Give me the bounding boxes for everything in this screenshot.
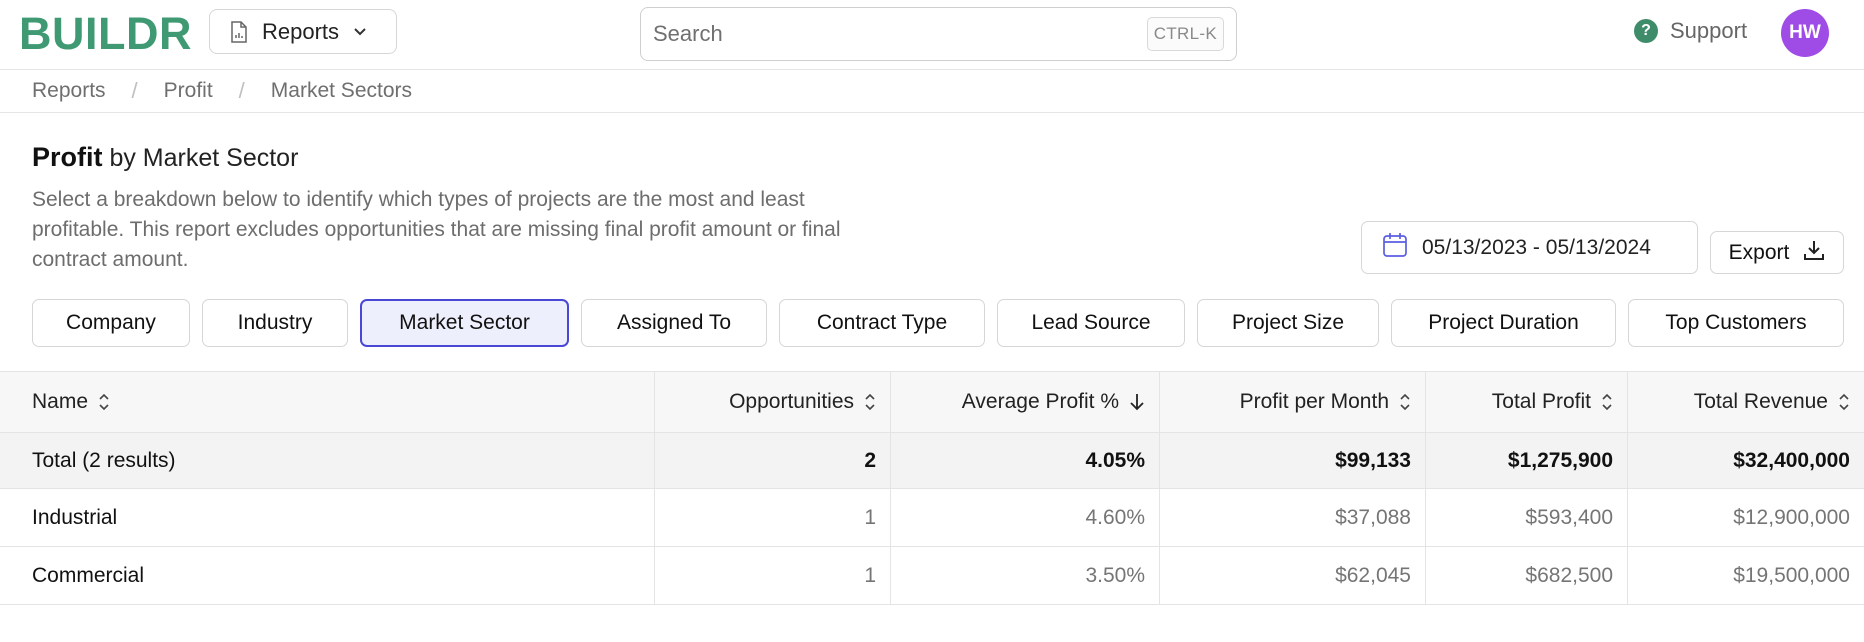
table-header-row: Name Opportunities Average Profit % Prof… <box>0 371 1864 433</box>
table-cell: 4.60% <box>891 489 1160 546</box>
breadcrumb-item-profit[interactable]: Profit <box>164 79 213 103</box>
table-cell: $682,500 <box>1426 547 1628 604</box>
table-cell: $37,088 <box>1160 489 1426 546</box>
tab-lead-source[interactable]: Lead Source <box>997 299 1185 347</box>
help-circle-icon: ? <box>1634 19 1658 43</box>
search-input[interactable]: Search CTRL-K <box>640 7 1237 61</box>
top-navigation-bar: BUILDR Reports Search CTRL-K ? Support H… <box>0 0 1864 70</box>
table-cell: $62,045 <box>1160 547 1426 604</box>
download-icon <box>1803 239 1825 267</box>
table-row[interactable]: Industrial 1 4.60% $37,088 $593,400 $12,… <box>0 489 1864 547</box>
table-cell: 3.50% <box>891 547 1160 604</box>
export-label: Export <box>1728 240 1790 264</box>
breadcrumb-item-reports[interactable]: Reports <box>32 79 106 103</box>
support-label: Support <box>1670 18 1748 43</box>
page-description: Select a breakdown below to identify whi… <box>32 188 841 271</box>
column-header-total-profit[interactable]: Total Profit <box>1426 372 1628 432</box>
table-cell: $1,275,900 <box>1426 433 1628 488</box>
sort-icon <box>1838 393 1850 411</box>
table-cell: $99,133 <box>1160 433 1426 488</box>
tab-market-sector[interactable]: Market Sector <box>360 299 569 347</box>
reports-dropdown-label: Reports <box>262 18 340 44</box>
column-header-label: Opportunities <box>729 390 854 413</box>
tab-top-customers[interactable]: Top Customers <box>1628 299 1844 347</box>
chevron-down-icon <box>353 27 367 37</box>
reports-dropdown[interactable]: Reports <box>209 9 397 54</box>
column-header-label: Name <box>32 390 89 413</box>
table-cell: 1 <box>655 547 891 604</box>
sort-icon <box>1399 393 1411 411</box>
calendar-icon <box>1382 232 1408 264</box>
page-title: Profit by Market Sector <box>32 142 298 173</box>
column-header-label: Average Profit % <box>961 390 1119 413</box>
export-button[interactable]: Export <box>1710 231 1844 274</box>
table-row[interactable]: Commercial 1 3.50% $62,045 $682,500 $19,… <box>0 547 1864 605</box>
table-cell: 4.05% <box>891 433 1160 488</box>
user-avatar[interactable]: HW <box>1781 9 1829 57</box>
tab-company[interactable]: Company <box>32 299 190 347</box>
sort-icon <box>864 393 876 411</box>
table-cell: $32,400,000 <box>1733 448 1850 472</box>
table-cell: 2 <box>655 433 891 488</box>
sort-icon <box>98 393 110 411</box>
sort-icon <box>1601 393 1613 411</box>
tab-industry[interactable]: Industry <box>202 299 348 347</box>
table-cell: Total (2 results) <box>0 433 655 488</box>
breadcrumb-item-market-sectors[interactable]: Market Sectors <box>271 79 412 103</box>
column-header-label: Total Profit <box>1491 390 1591 413</box>
table-cell: 1 <box>655 489 891 546</box>
search-placeholder: Search <box>653 21 723 46</box>
tab-contract-type[interactable]: Contract Type <box>779 299 985 347</box>
table-cell: $593,400 <box>1426 489 1628 546</box>
column-header-name[interactable]: Name <box>0 372 655 432</box>
column-header-profit-per-month[interactable]: Profit per Month <box>1160 372 1426 432</box>
tab-project-size[interactable]: Project Size <box>1197 299 1379 347</box>
arrow-down-icon <box>1129 392 1145 412</box>
table-total-row: Total (2 results) 2 4.05% $99,133 $1,275… <box>0 433 1864 489</box>
support-link[interactable]: ? Support <box>1634 18 1747 44</box>
column-header-total-revenue[interactable]: Total Revenue <box>1628 372 1864 432</box>
table-cell: $19,500,000 <box>1733 563 1850 587</box>
tab-assigned-to[interactable]: Assigned To <box>581 299 767 347</box>
buildr-logo[interactable]: BUILDR <box>19 10 192 58</box>
date-range-value: 05/13/2023 - 05/13/2024 <box>1422 235 1651 259</box>
report-document-icon <box>230 20 248 43</box>
page-title-rest: by Market Sector <box>109 144 299 172</box>
table-cell-name: Industrial <box>0 489 655 546</box>
table-cell: $12,900,000 <box>1733 505 1850 529</box>
breadcrumb: Reports / Profit / Market Sectors <box>0 70 1864 113</box>
table-cell-name: Commercial <box>0 547 655 604</box>
column-header-average-profit[interactable]: Average Profit % <box>891 372 1160 432</box>
column-header-label: Total Revenue <box>1693 390 1828 413</box>
tab-project-duration[interactable]: Project Duration <box>1391 299 1616 347</box>
search-shortcut-badge: CTRL-K <box>1146 17 1224 51</box>
breadcrumb-separator: / <box>238 78 245 103</box>
column-header-label: Profit per Month <box>1239 390 1389 413</box>
breadcrumb-separator: / <box>131 78 138 103</box>
column-header-opportunities[interactable]: Opportunities <box>655 372 891 432</box>
page-title-bold: Profit <box>32 142 103 172</box>
date-range-picker[interactable]: 05/13/2023 - 05/13/2024 <box>1361 221 1698 274</box>
